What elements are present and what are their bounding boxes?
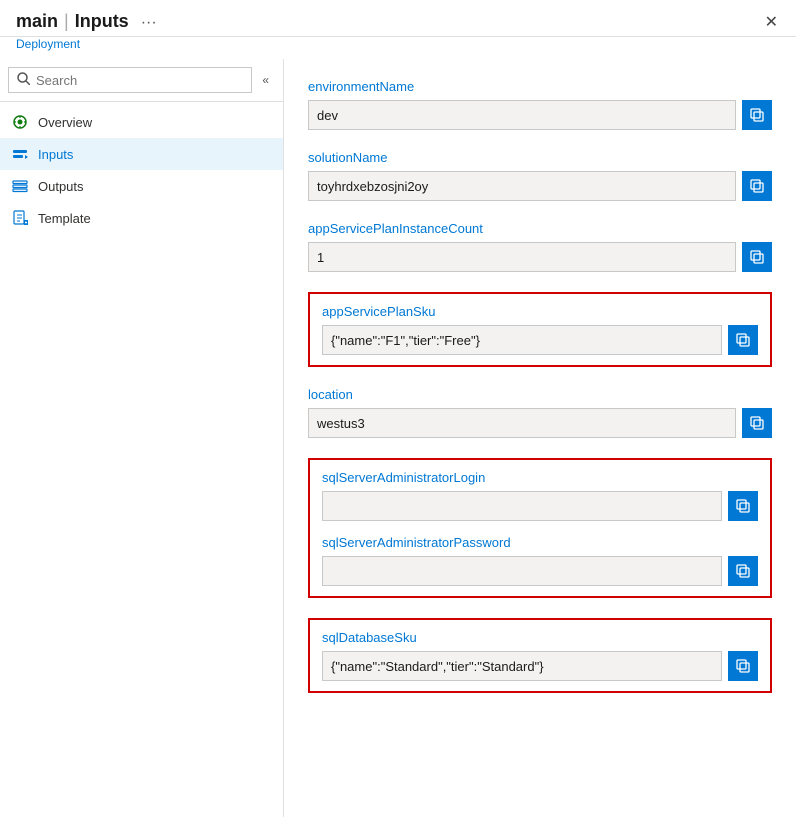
- field-input-appServicePlanSku[interactable]: [322, 325, 722, 355]
- sidebar-search-row: «: [0, 59, 283, 102]
- copy-button-appServicePlanSku[interactable]: [728, 325, 758, 355]
- field-group-sqlServerAdministratorPassword: sqlServerAdministratorPassword: [322, 535, 758, 586]
- field-row-sqlServerAdministratorPassword: [322, 556, 758, 586]
- breadcrumb[interactable]: Deployment: [0, 37, 796, 59]
- sidebar-item-label-overview: Overview: [38, 115, 92, 130]
- field-row-sqlDatabaseSku: [322, 651, 758, 681]
- search-box: [8, 67, 252, 93]
- page-title-main: main: [16, 11, 58, 32]
- sidebar-item-label-inputs: Inputs: [38, 147, 73, 162]
- field-row-solutionName: [308, 171, 772, 201]
- outputs-icon: [12, 178, 28, 194]
- sidebar-item-template[interactable]: Template: [0, 202, 283, 234]
- field-group-sqlDatabaseSku: sqlDatabaseSku: [322, 630, 758, 681]
- field-input-sqlServerAdministratorLogin[interactable]: [322, 491, 722, 521]
- field-group-sql-admin: sqlServerAdministratorLogin sqlServerAdm…: [308, 458, 772, 598]
- title-area: main | Inputs ···: [16, 11, 163, 34]
- field-group-sqlDatabaseSku-outer: sqlDatabaseSku: [308, 618, 772, 693]
- field-label-sqlDatabaseSku: sqlDatabaseSku: [322, 630, 758, 645]
- field-label-appServicePlanSku: appServicePlanSku: [322, 304, 758, 319]
- collapse-button[interactable]: «: [256, 69, 275, 91]
- field-group-appServicePlanSku: appServicePlanSku: [308, 292, 772, 367]
- field-input-sqlServerAdministratorPassword[interactable]: [322, 556, 722, 586]
- sidebar: « Overview: [0, 59, 284, 817]
- field-label-solutionName: solutionName: [308, 150, 772, 165]
- field-label-appServicePlanInstanceCount: appServicePlanInstanceCount: [308, 221, 772, 236]
- overview-icon: [12, 114, 28, 130]
- top-bar: main | Inputs ··· ✕: [0, 0, 796, 37]
- field-input-location[interactable]: [308, 408, 736, 438]
- field-input-appServicePlanInstanceCount[interactable]: [308, 242, 736, 272]
- close-button[interactable]: ✕: [759, 10, 784, 34]
- field-row-environmentName: [308, 100, 772, 130]
- search-icon: [17, 72, 30, 88]
- sidebar-item-overview[interactable]: Overview: [0, 106, 283, 138]
- template-icon: [12, 210, 28, 226]
- field-label-environmentName: environmentName: [308, 79, 772, 94]
- search-input[interactable]: [36, 73, 243, 88]
- sidebar-item-label-template: Template: [38, 211, 91, 226]
- copy-button-solutionName[interactable]: [742, 171, 772, 201]
- field-row-location: [308, 408, 772, 438]
- field-input-solutionName[interactable]: [308, 171, 736, 201]
- field-label-location: location: [308, 387, 772, 402]
- sidebar-item-label-outputs: Outputs: [38, 179, 84, 194]
- copy-button-environmentName[interactable]: [742, 100, 772, 130]
- sidebar-item-inputs[interactable]: Inputs: [0, 138, 283, 170]
- copy-button-sqlDatabaseSku[interactable]: [728, 651, 758, 681]
- copy-button-location[interactable]: [742, 408, 772, 438]
- top-bar-right: ✕: [759, 10, 784, 34]
- field-group-location: location: [308, 387, 772, 438]
- sidebar-nav: Overview Inputs: [0, 102, 283, 817]
- page-title-sub: Inputs: [75, 11, 129, 32]
- field-group-solutionName: solutionName: [308, 150, 772, 201]
- field-group-environmentName: environmentName: [308, 79, 772, 130]
- copy-button-sqlServerAdministratorLogin[interactable]: [728, 491, 758, 521]
- main-layout: « Overview: [0, 59, 796, 817]
- field-group-appServicePlanInstanceCount: appServicePlanInstanceCount: [308, 221, 772, 272]
- more-options-button[interactable]: ···: [135, 12, 163, 34]
- field-label-sqlServerAdministratorPassword: sqlServerAdministratorPassword: [322, 535, 758, 550]
- field-input-sqlDatabaseSku[interactable]: [322, 651, 722, 681]
- field-label-sqlServerAdministratorLogin: sqlServerAdministratorLogin: [322, 470, 758, 485]
- field-input-environmentName[interactable]: [308, 100, 736, 130]
- copy-button-appServicePlanInstanceCount[interactable]: [742, 242, 772, 272]
- field-row-appServicePlanSku: [322, 325, 758, 355]
- sidebar-item-outputs[interactable]: Outputs: [0, 170, 283, 202]
- inputs-icon: [12, 146, 28, 162]
- content-area: environmentName solutionName: [284, 59, 796, 817]
- title-separator: |: [64, 11, 69, 32]
- field-row-sqlServerAdministratorLogin: [322, 491, 758, 521]
- field-group-sqlServerAdministratorLogin: sqlServerAdministratorLogin: [322, 470, 758, 521]
- copy-button-sqlServerAdministratorPassword[interactable]: [728, 556, 758, 586]
- field-row-appServicePlanInstanceCount: [308, 242, 772, 272]
